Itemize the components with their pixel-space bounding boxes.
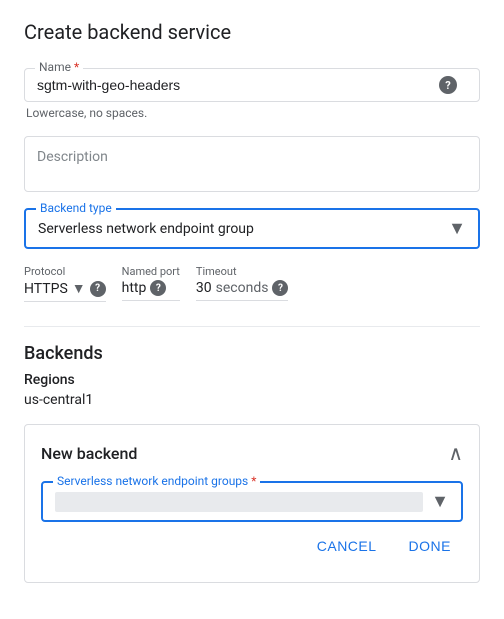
- timeout-row: 30 seconds ?: [196, 280, 289, 301]
- protocol-row: Protocol HTTPS ▼ ? Named port http ? Tim…: [24, 265, 480, 302]
- regions-value: us-central1: [24, 392, 480, 408]
- new-backend-title: New backend: [41, 444, 137, 463]
- footer-buttons: CANCEL DONE: [41, 522, 463, 566]
- backend-type-value: Serverless network endpoint group: [38, 221, 448, 237]
- protocol-dropdown-arrow[interactable]: ▼: [72, 280, 86, 297]
- serverless-group[interactable]: Serverless network endpoint groups * ▼: [41, 481, 463, 522]
- backends-section: Backends Regions us-central1: [24, 343, 480, 408]
- protocol-value: HTTPS: [24, 281, 68, 297]
- backend-type-label: Backend type: [36, 201, 116, 215]
- collapse-icon[interactable]: ∧: [448, 441, 463, 465]
- page-title: Create backend service: [24, 20, 480, 44]
- named-port-select[interactable]: http ?: [122, 280, 180, 301]
- timeout-unit: seconds: [216, 280, 269, 296]
- named-port-group: Named port http ?: [122, 265, 180, 301]
- backend-type-select[interactable]: Serverless network endpoint group ▼: [38, 218, 466, 239]
- backends-title: Backends: [24, 343, 480, 364]
- description-placeholder[interactable]: Description: [37, 149, 108, 165]
- name-label: Name *: [35, 60, 83, 74]
- named-port-value: http: [122, 280, 147, 296]
- serverless-select-row[interactable]: ▼: [55, 491, 449, 512]
- serverless-dropdown-arrow[interactable]: ▼: [431, 491, 449, 512]
- regions-label: Regions: [24, 372, 480, 388]
- section-divider: [24, 326, 480, 327]
- new-backend-header: New backend ∧: [41, 441, 463, 465]
- name-help-icon[interactable]: ?: [439, 76, 457, 94]
- new-backend-panel: New backend ∧ Serverless network endpoin…: [24, 424, 480, 583]
- name-field-group: Name * ?: [24, 68, 480, 102]
- timeout-help-icon[interactable]: ?: [272, 280, 288, 296]
- protocol-help-icon[interactable]: ?: [90, 281, 106, 297]
- timeout-value: 30: [196, 280, 212, 296]
- serverless-label: Serverless network endpoint groups *: [53, 474, 260, 488]
- timeout-group: Timeout 30 seconds ?: [196, 265, 289, 301]
- serverless-value-placeholder: [55, 492, 423, 512]
- named-port-help-icon[interactable]: ?: [150, 280, 166, 296]
- backend-type-dropdown-arrow[interactable]: ▼: [448, 218, 466, 239]
- timeout-label: Timeout: [196, 265, 289, 278]
- named-port-label: Named port: [122, 265, 180, 278]
- name-hint: Lowercase, no spaces.: [24, 106, 480, 120]
- protocol-group: Protocol HTTPS ▼ ?: [24, 265, 106, 302]
- protocol-label: Protocol: [24, 265, 106, 278]
- cancel-button[interactable]: CANCEL: [305, 530, 389, 562]
- backend-type-group[interactable]: Backend type Serverless network endpoint…: [24, 208, 480, 249]
- done-button[interactable]: DONE: [397, 530, 463, 562]
- name-input[interactable]: [37, 77, 467, 93]
- description-field-group: Description: [24, 136, 480, 192]
- protocol-select[interactable]: HTTPS ▼ ?: [24, 280, 106, 302]
